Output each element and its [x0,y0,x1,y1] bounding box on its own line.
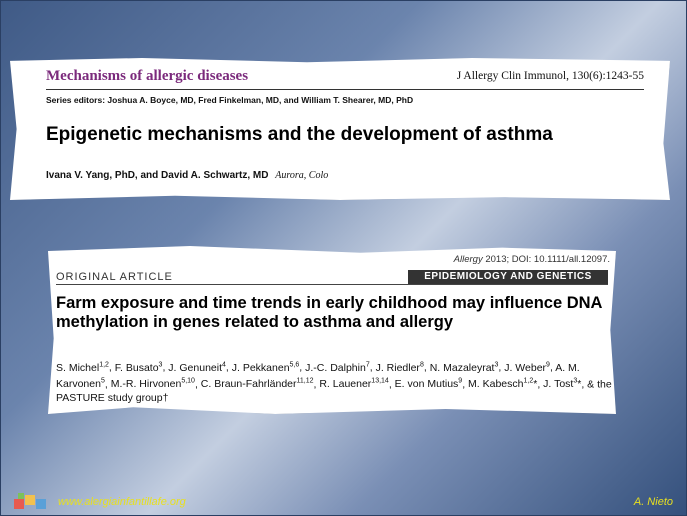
footer-author: A. Nieto [633,496,673,508]
paper-clipping-jaci: Mechanisms of allergic diseases J Allerg… [10,58,670,200]
section-badge: EPIDEMIOLOGY AND GENETICS [408,270,608,284]
author-entry: J. Genuneit4 [168,361,226,374]
author-entry: J. Riedler8 [375,361,424,374]
author-name: J. Pekkanen [231,361,290,374]
footer-website-link[interactable]: www.alergiainfantillafe.org [58,496,186,508]
author-affiliation-number: 3 [494,361,499,368]
author-entry: E. von Mutius9 [394,377,463,391]
citation-doi: 2013; DOI: 10.1111/all.12097. [482,254,610,265]
author-affiliation-number: 13,14 [371,377,389,385]
author-entry: J.-C. Dalphin7 [305,361,370,374]
article-type-label: ORIGINAL ARTICLE [56,271,173,283]
authors-affiliation: Aurora, Colo [275,170,329,181]
author-name: J. Weber [504,361,547,374]
author-name: J. Tost [543,378,574,390]
author-name: M.-R. Hirvonen [110,378,182,390]
paper-clipping-allergy: Allergy 2013; DOI: 10.1111/all.12097. OR… [48,246,616,414]
author-entry: F. Busato3 [114,361,163,374]
author-entry: J. Weber9 [504,361,550,374]
author-name: E. von Mutius [394,378,459,390]
authors-names: Ivana V. Yang, PhD, and David A. Schwart… [46,170,269,181]
author-entry: J. Tost3* [543,378,582,391]
alphabet-blocks-logo [14,493,46,509]
article-authors: S. Michel1,2, F. Busato3, J. Genuneit4, … [56,361,612,404]
author-name: F. Busato [114,361,159,374]
author-affiliation-number: 5,6 [289,361,300,368]
author-entry: J. Pekkanen5,6 [231,361,300,374]
author-name: R. Lauener [319,378,372,390]
author-name: S. Michel [56,361,100,374]
series-editors: Series editors: Joshua A. Boyce, MD, Fre… [46,95,414,105]
author-corresponding-mark: * [577,378,582,390]
author-affiliation-number: 8 [419,361,424,368]
author-affiliation-number: 5 [100,377,105,385]
author-affiliation-number: 7 [365,361,370,368]
author-name: M. Kabesch [468,378,524,390]
journal-series-title: Mechanisms of allergic diseases [46,68,249,84]
author-affiliation-number: 1,2 [99,361,109,368]
author-corresponding-mark: * [533,378,538,390]
author-entry: N. Mazaleyrat3 [429,361,499,374]
author-affiliation-number: 4 [222,361,226,368]
author-entry: S. Michel1,2 [56,361,109,374]
author-name: N. Mazaleyrat [429,361,495,374]
author-affiliation-number: 11,12 [296,377,314,385]
author-name: J.-C. Dalphin [305,361,366,374]
author-entry: C. Braun-Fahrländer11,12 [200,377,314,391]
citation-journal: Allergy [453,254,483,265]
journal-citation: J Allergy Clin Immunol, 130(6):1243-55 [456,70,644,82]
author-affiliation-number: 1,2 [523,377,534,385]
article-title: Farm exposure and time trends in early c… [56,294,602,331]
author-affiliation-number: 3 [158,361,163,368]
author-entry: M. Kabesch1,2* [468,377,538,391]
author-affiliation-number: 9 [458,377,463,385]
author-entry: R. Lauener13,14 [319,377,389,391]
article-authors: Ivana V. Yang, PhD, and David A. Schwart… [46,170,328,181]
journal-citation: Allergy 2013; DOI: 10.1111/all.12097. [454,254,610,265]
article-title: Epigenetic mechanisms and the developmen… [46,124,553,145]
author-affiliation-number: 5,10 [181,377,195,385]
article-header-bar: ORIGINAL ARTICLE EPIDEMIOLOGY AND GENETI… [56,270,608,285]
author-affiliation-number: 9 [546,361,550,368]
author-name: J. Riedler [375,361,420,374]
author-entry: M.-R. Hirvonen5,10 [110,377,195,391]
author-name: J. Genuneit [168,361,222,374]
header-rule [46,89,644,90]
author-name: C. Braun-Fahrländer [200,378,297,390]
